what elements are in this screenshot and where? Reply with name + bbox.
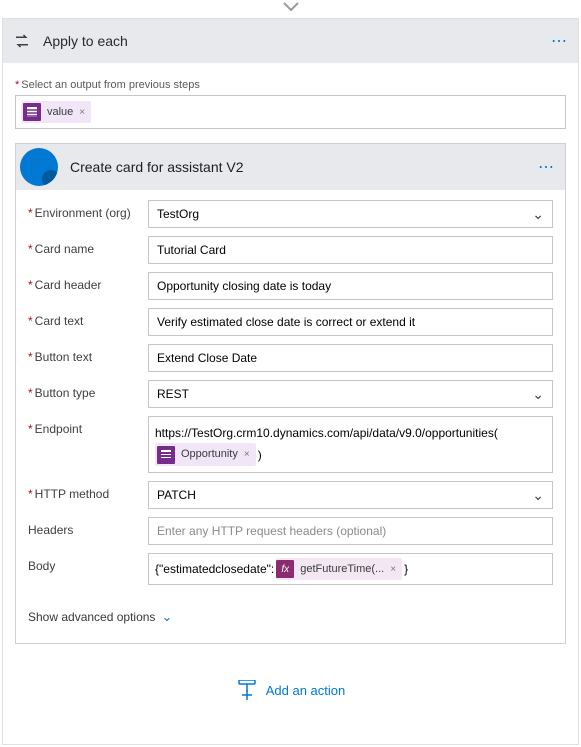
chevron-down-icon: ⌄ (532, 487, 544, 504)
apply-to-each-card: Apply to each ⋯ Select an output from pr… (2, 18, 579, 745)
endpoint-label: Endpoint (28, 416, 148, 436)
btntext-input[interactable]: Extend Close Date (148, 344, 553, 372)
cardheader-label: Card header (28, 272, 148, 292)
opportunity-chip-label: Opportunity (181, 445, 238, 464)
httpmethod-label: HTTP method (28, 481, 148, 501)
cardtext-input[interactable]: Verify estimated close date is correct o… (148, 308, 553, 336)
table-icon (157, 446, 175, 464)
prev-output-input[interactable]: value × (15, 95, 566, 129)
cardtext-label: Card text (28, 308, 148, 328)
body-prefix: {"estimatedclosedate": (155, 562, 274, 576)
chevron-down-icon: ⌄ (532, 206, 544, 223)
headers-label: Headers (28, 517, 148, 537)
btntext-label: Button text (28, 344, 148, 364)
env-value: TestOrg (157, 207, 199, 221)
endpoint-closing: ) (258, 445, 262, 465)
httpmethod-select[interactable]: PATCH ⌄ (148, 481, 553, 509)
value-chip[interactable]: value × (21, 101, 91, 123)
show-advanced-options[interactable]: Show advanced options ⌄ (16, 597, 565, 643)
fx-chip-remove[interactable]: × (390, 564, 396, 575)
body-suffix: } (404, 562, 408, 576)
fx-label: getFutureTime(... (300, 563, 384, 575)
create-card-header[interactable]: Create card for assistant V2 ⋯ (16, 144, 565, 190)
create-card-action: Create card for assistant V2 ⋯ Environme… (15, 143, 566, 644)
fx-icon: fx (276, 560, 294, 578)
httpmethod-value: PATCH (157, 488, 196, 502)
value-chip-label: value (47, 106, 73, 118)
outer-menu-button[interactable]: ⋯ (551, 31, 568, 51)
assistant-icon (20, 148, 58, 186)
headers-input[interactable]: Enter any HTTP request headers (optional… (148, 517, 553, 545)
create-card-title: Create card for assistant V2 (70, 159, 538, 175)
loop-icon (13, 32, 31, 50)
value-chip-remove[interactable]: × (79, 107, 85, 118)
prev-output-label: Select an output from previous steps (15, 79, 566, 91)
chevron-down-icon: ⌄ (161, 609, 172, 625)
add-action-label: Add an action (266, 683, 346, 698)
add-action-button[interactable]: Add an action (15, 644, 566, 740)
cardheader-input[interactable]: Opportunity closing date is today (148, 272, 553, 300)
body-input[interactable]: {"estimatedclosedate": fx getFutureTime(… (148, 553, 553, 585)
cardheader-value: Opportunity closing date is today (157, 279, 331, 293)
add-action-icon (236, 680, 258, 700)
body-label: Body (28, 553, 148, 573)
env-label: Environment (org) (28, 200, 148, 220)
apply-to-each-title: Apply to each (43, 33, 551, 49)
cardname-input[interactable]: Tutorial Card (148, 236, 553, 264)
chevron-down-icon (282, 0, 300, 14)
advanced-label: Show advanced options (28, 610, 155, 624)
btntext-value: Extend Close Date (157, 351, 257, 365)
table-icon (23, 103, 41, 121)
endpoint-url: https://TestOrg.crm10.dynamics.com/api/d… (155, 423, 546, 443)
btntype-select[interactable]: REST ⌄ (148, 380, 553, 408)
env-select[interactable]: TestOrg ⌄ (148, 200, 553, 228)
inner-menu-button[interactable]: ⋯ (538, 157, 555, 177)
apply-to-each-header[interactable]: Apply to each ⋯ (3, 19, 578, 63)
opportunity-chip[interactable]: Opportunity × (155, 443, 256, 466)
fx-chip[interactable]: fx getFutureTime(... × (276, 558, 402, 580)
endpoint-input[interactable]: https://TestOrg.crm10.dynamics.com/api/d… (148, 416, 553, 473)
chevron-down-icon: ⌄ (532, 386, 544, 403)
cardname-label: Card name (28, 236, 148, 256)
headers-placeholder: Enter any HTTP request headers (optional… (157, 524, 386, 538)
btntype-value: REST (157, 387, 189, 401)
cardtext-value: Verify estimated close date is correct o… (157, 315, 415, 329)
cardname-value: Tutorial Card (157, 243, 226, 257)
opportunity-chip-remove[interactable]: × (244, 446, 250, 463)
btntype-label: Button type (28, 380, 148, 400)
